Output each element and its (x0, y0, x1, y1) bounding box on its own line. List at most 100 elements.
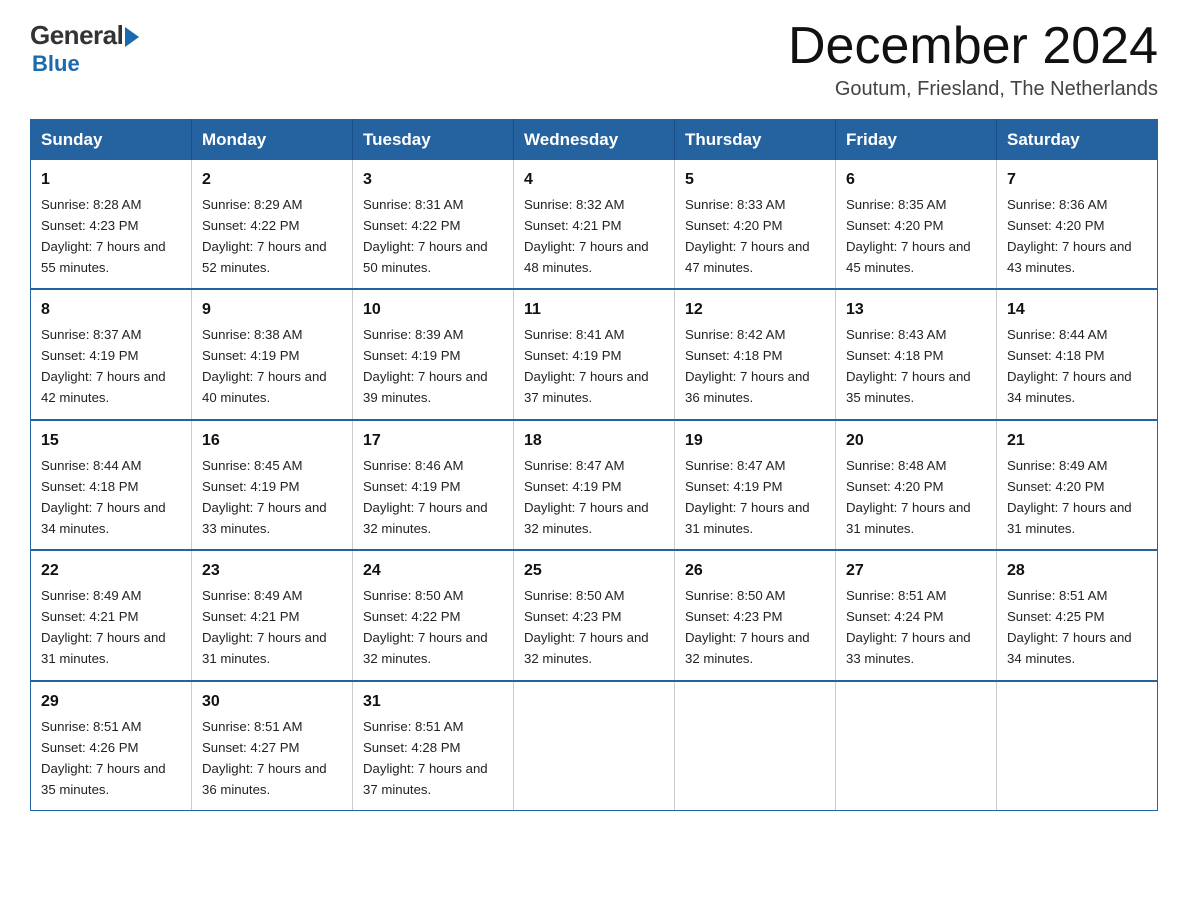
calendar-week-2: 8 Sunrise: 8:37 AMSunset: 4:19 PMDaylight… (31, 289, 1158, 419)
calendar-cell: 13Sunrise: 8:43 AMSunset: 4:18 PMDayligh… (836, 289, 997, 419)
calendar-cell: 19 Sunrise: 8:47 AMSunset: 4:19 PMDayligh… (675, 420, 836, 550)
calendar-week-5: 29 Sunrise: 8:51 AMSunset: 4:26 PMDayligh… (31, 681, 1158, 811)
day-info: Sunrise: 8:49 AMSunset: 4:21 PMDaylight:… (202, 588, 327, 666)
calendar-location: Goutum, Friesland, The Netherlands (788, 78, 1158, 101)
day-number: 30 (202, 690, 342, 715)
day-number: 20 (846, 429, 986, 454)
calendar-cell: 16Sunrise: 8:45 AMSunset: 4:19 PMDayligh… (192, 420, 353, 550)
day-number: 6 (846, 168, 986, 193)
calendar-cell: 23 Sunrise: 8:49 AMSunset: 4:21 PMDayligh… (192, 550, 353, 680)
day-number: 26 (685, 559, 825, 584)
day-number: 9 (202, 298, 342, 323)
day-number: 15 (41, 429, 181, 454)
calendar-cell: 3 Sunrise: 8:31 AMSunset: 4:22 PMDaylight… (353, 160, 514, 289)
calendar-cell: 17Sunrise: 8:46 AMSunset: 4:19 PMDayligh… (353, 420, 514, 550)
day-info: Sunrise: 8:50 AMSunset: 4:23 PMDaylight:… (524, 588, 649, 666)
day-info: Sunrise: 8:33 AMSunset: 4:20 PMDaylight:… (685, 197, 810, 275)
calendar-cell: 10 Sunrise: 8:39 AMSunset: 4:19 PMDayligh… (353, 289, 514, 419)
day-number: 12 (685, 298, 825, 323)
day-number: 22 (41, 559, 181, 584)
day-info: Sunrise: 8:31 AMSunset: 4:22 PMDaylight:… (363, 197, 488, 275)
calendar-cell: 5 Sunrise: 8:33 AMSunset: 4:20 PMDaylight… (675, 160, 836, 289)
day-number: 7 (1007, 168, 1147, 193)
day-number: 2 (202, 168, 342, 193)
day-number: 24 (363, 559, 503, 584)
day-info: Sunrise: 8:50 AMSunset: 4:23 PMDaylight:… (685, 588, 810, 666)
calendar-cell: 24 Sunrise: 8:50 AMSunset: 4:22 PMDayligh… (353, 550, 514, 680)
calendar-week-3: 15 Sunrise: 8:44 AMSunset: 4:18 PMDayligh… (31, 420, 1158, 550)
logo-arrow-icon (125, 27, 139, 47)
day-info: Sunrise: 8:41 AMSunset: 4:19 PMDaylight:… (524, 327, 649, 405)
calendar-cell: 9Sunrise: 8:38 AMSunset: 4:19 PMDaylight… (192, 289, 353, 419)
logo-general-text: General (30, 20, 123, 51)
day-number: 3 (363, 168, 503, 193)
day-number: 4 (524, 168, 664, 193)
day-number: 31 (363, 690, 503, 715)
day-info: Sunrise: 8:35 AMSunset: 4:20 PMDaylight:… (846, 197, 971, 275)
day-info: Sunrise: 8:48 AMSunset: 4:20 PMDaylight:… (846, 458, 971, 536)
day-info: Sunrise: 8:29 AMSunset: 4:22 PMDaylight:… (202, 197, 327, 275)
calendar-cell: 11 Sunrise: 8:41 AMSunset: 4:19 PMDayligh… (514, 289, 675, 419)
day-info: Sunrise: 8:51 AMSunset: 4:28 PMDaylight:… (363, 719, 488, 797)
day-number: 16 (202, 429, 342, 454)
calendar-cell: 14Sunrise: 8:44 AMSunset: 4:18 PMDayligh… (997, 289, 1158, 419)
day-info: Sunrise: 8:32 AMSunset: 4:21 PMDaylight:… (524, 197, 649, 275)
day-header-tuesday: Tuesday (353, 120, 514, 161)
calendar-week-1: 1 Sunrise: 8:28 AMSunset: 4:23 PMDaylight… (31, 160, 1158, 289)
day-header-thursday: Thursday (675, 120, 836, 161)
calendar-cell: 4 Sunrise: 8:32 AMSunset: 4:21 PMDaylight… (514, 160, 675, 289)
day-info: Sunrise: 8:50 AMSunset: 4:22 PMDaylight:… (363, 588, 488, 666)
calendar-title: December 2024 (788, 20, 1158, 72)
day-info: Sunrise: 8:51 AMSunset: 4:26 PMDaylight:… (41, 719, 166, 797)
day-info: Sunrise: 8:51 AMSunset: 4:24 PMDaylight:… (846, 588, 971, 666)
day-info: Sunrise: 8:47 AMSunset: 4:19 PMDaylight:… (524, 458, 649, 536)
day-info: Sunrise: 8:36 AMSunset: 4:20 PMDaylight:… (1007, 197, 1132, 275)
day-info: Sunrise: 8:37 AMSunset: 4:19 PMDaylight:… (41, 327, 166, 405)
calendar-cell (836, 681, 997, 811)
calendar-cell: 18 Sunrise: 8:47 AMSunset: 4:19 PMDayligh… (514, 420, 675, 550)
day-number: 23 (202, 559, 342, 584)
calendar-cell: 26 Sunrise: 8:50 AMSunset: 4:23 PMDayligh… (675, 550, 836, 680)
day-header-saturday: Saturday (997, 120, 1158, 161)
day-info: Sunrise: 8:44 AMSunset: 4:18 PMDaylight:… (41, 458, 166, 536)
day-number: 17 (363, 429, 503, 454)
day-info: Sunrise: 8:28 AMSunset: 4:23 PMDaylight:… (41, 197, 166, 275)
calendar-cell: 6 Sunrise: 8:35 AMSunset: 4:20 PMDaylight… (836, 160, 997, 289)
calendar-cell (514, 681, 675, 811)
calendar-cell: 29 Sunrise: 8:51 AMSunset: 4:26 PMDayligh… (31, 681, 192, 811)
day-info: Sunrise: 8:51 AMSunset: 4:27 PMDaylight:… (202, 719, 327, 797)
calendar-cell (675, 681, 836, 811)
calendar-cell: 7 Sunrise: 8:36 AMSunset: 4:20 PMDaylight… (997, 160, 1158, 289)
day-header-friday: Friday (836, 120, 997, 161)
day-number: 8 (41, 298, 181, 323)
calendar-week-4: 22 Sunrise: 8:49 AMSunset: 4:21 PMDayligh… (31, 550, 1158, 680)
day-info: Sunrise: 8:49 AMSunset: 4:20 PMDaylight:… (1007, 458, 1132, 536)
calendar-cell: 12 Sunrise: 8:42 AMSunset: 4:18 PMDayligh… (675, 289, 836, 419)
day-info: Sunrise: 8:47 AMSunset: 4:19 PMDaylight:… (685, 458, 810, 536)
calendar-header-row: SundayMondayTuesdayWednesdayThursdayFrid… (31, 120, 1158, 161)
calendar-cell: 31 Sunrise: 8:51 AMSunset: 4:28 PMDayligh… (353, 681, 514, 811)
day-number: 11 (524, 298, 664, 323)
calendar-cell: 1 Sunrise: 8:28 AMSunset: 4:23 PMDaylight… (31, 160, 192, 289)
logo-blue-text: Blue (32, 51, 80, 77)
title-block: December 2024 Goutum, Friesland, The Net… (788, 20, 1158, 101)
calendar-cell: 25Sunrise: 8:50 AMSunset: 4:23 PMDayligh… (514, 550, 675, 680)
day-number: 19 (685, 429, 825, 454)
day-info: Sunrise: 8:44 AMSunset: 4:18 PMDaylight:… (1007, 327, 1132, 405)
day-number: 18 (524, 429, 664, 454)
day-number: 13 (846, 298, 986, 323)
day-number: 10 (363, 298, 503, 323)
day-info: Sunrise: 8:42 AMSunset: 4:18 PMDaylight:… (685, 327, 810, 405)
day-number: 21 (1007, 429, 1147, 454)
calendar-cell (997, 681, 1158, 811)
calendar-cell: 28Sunrise: 8:51 AMSunset: 4:25 PMDayligh… (997, 550, 1158, 680)
day-number: 1 (41, 168, 181, 193)
day-number: 29 (41, 690, 181, 715)
day-info: Sunrise: 8:51 AMSunset: 4:25 PMDaylight:… (1007, 588, 1132, 666)
day-header-monday: Monday (192, 120, 353, 161)
day-info: Sunrise: 8:39 AMSunset: 4:19 PMDaylight:… (363, 327, 488, 405)
calendar-cell: 30 Sunrise: 8:51 AMSunset: 4:27 PMDayligh… (192, 681, 353, 811)
day-number: 5 (685, 168, 825, 193)
calendar-cell: 2 Sunrise: 8:29 AMSunset: 4:22 PMDaylight… (192, 160, 353, 289)
calendar-cell: 15 Sunrise: 8:44 AMSunset: 4:18 PMDayligh… (31, 420, 192, 550)
